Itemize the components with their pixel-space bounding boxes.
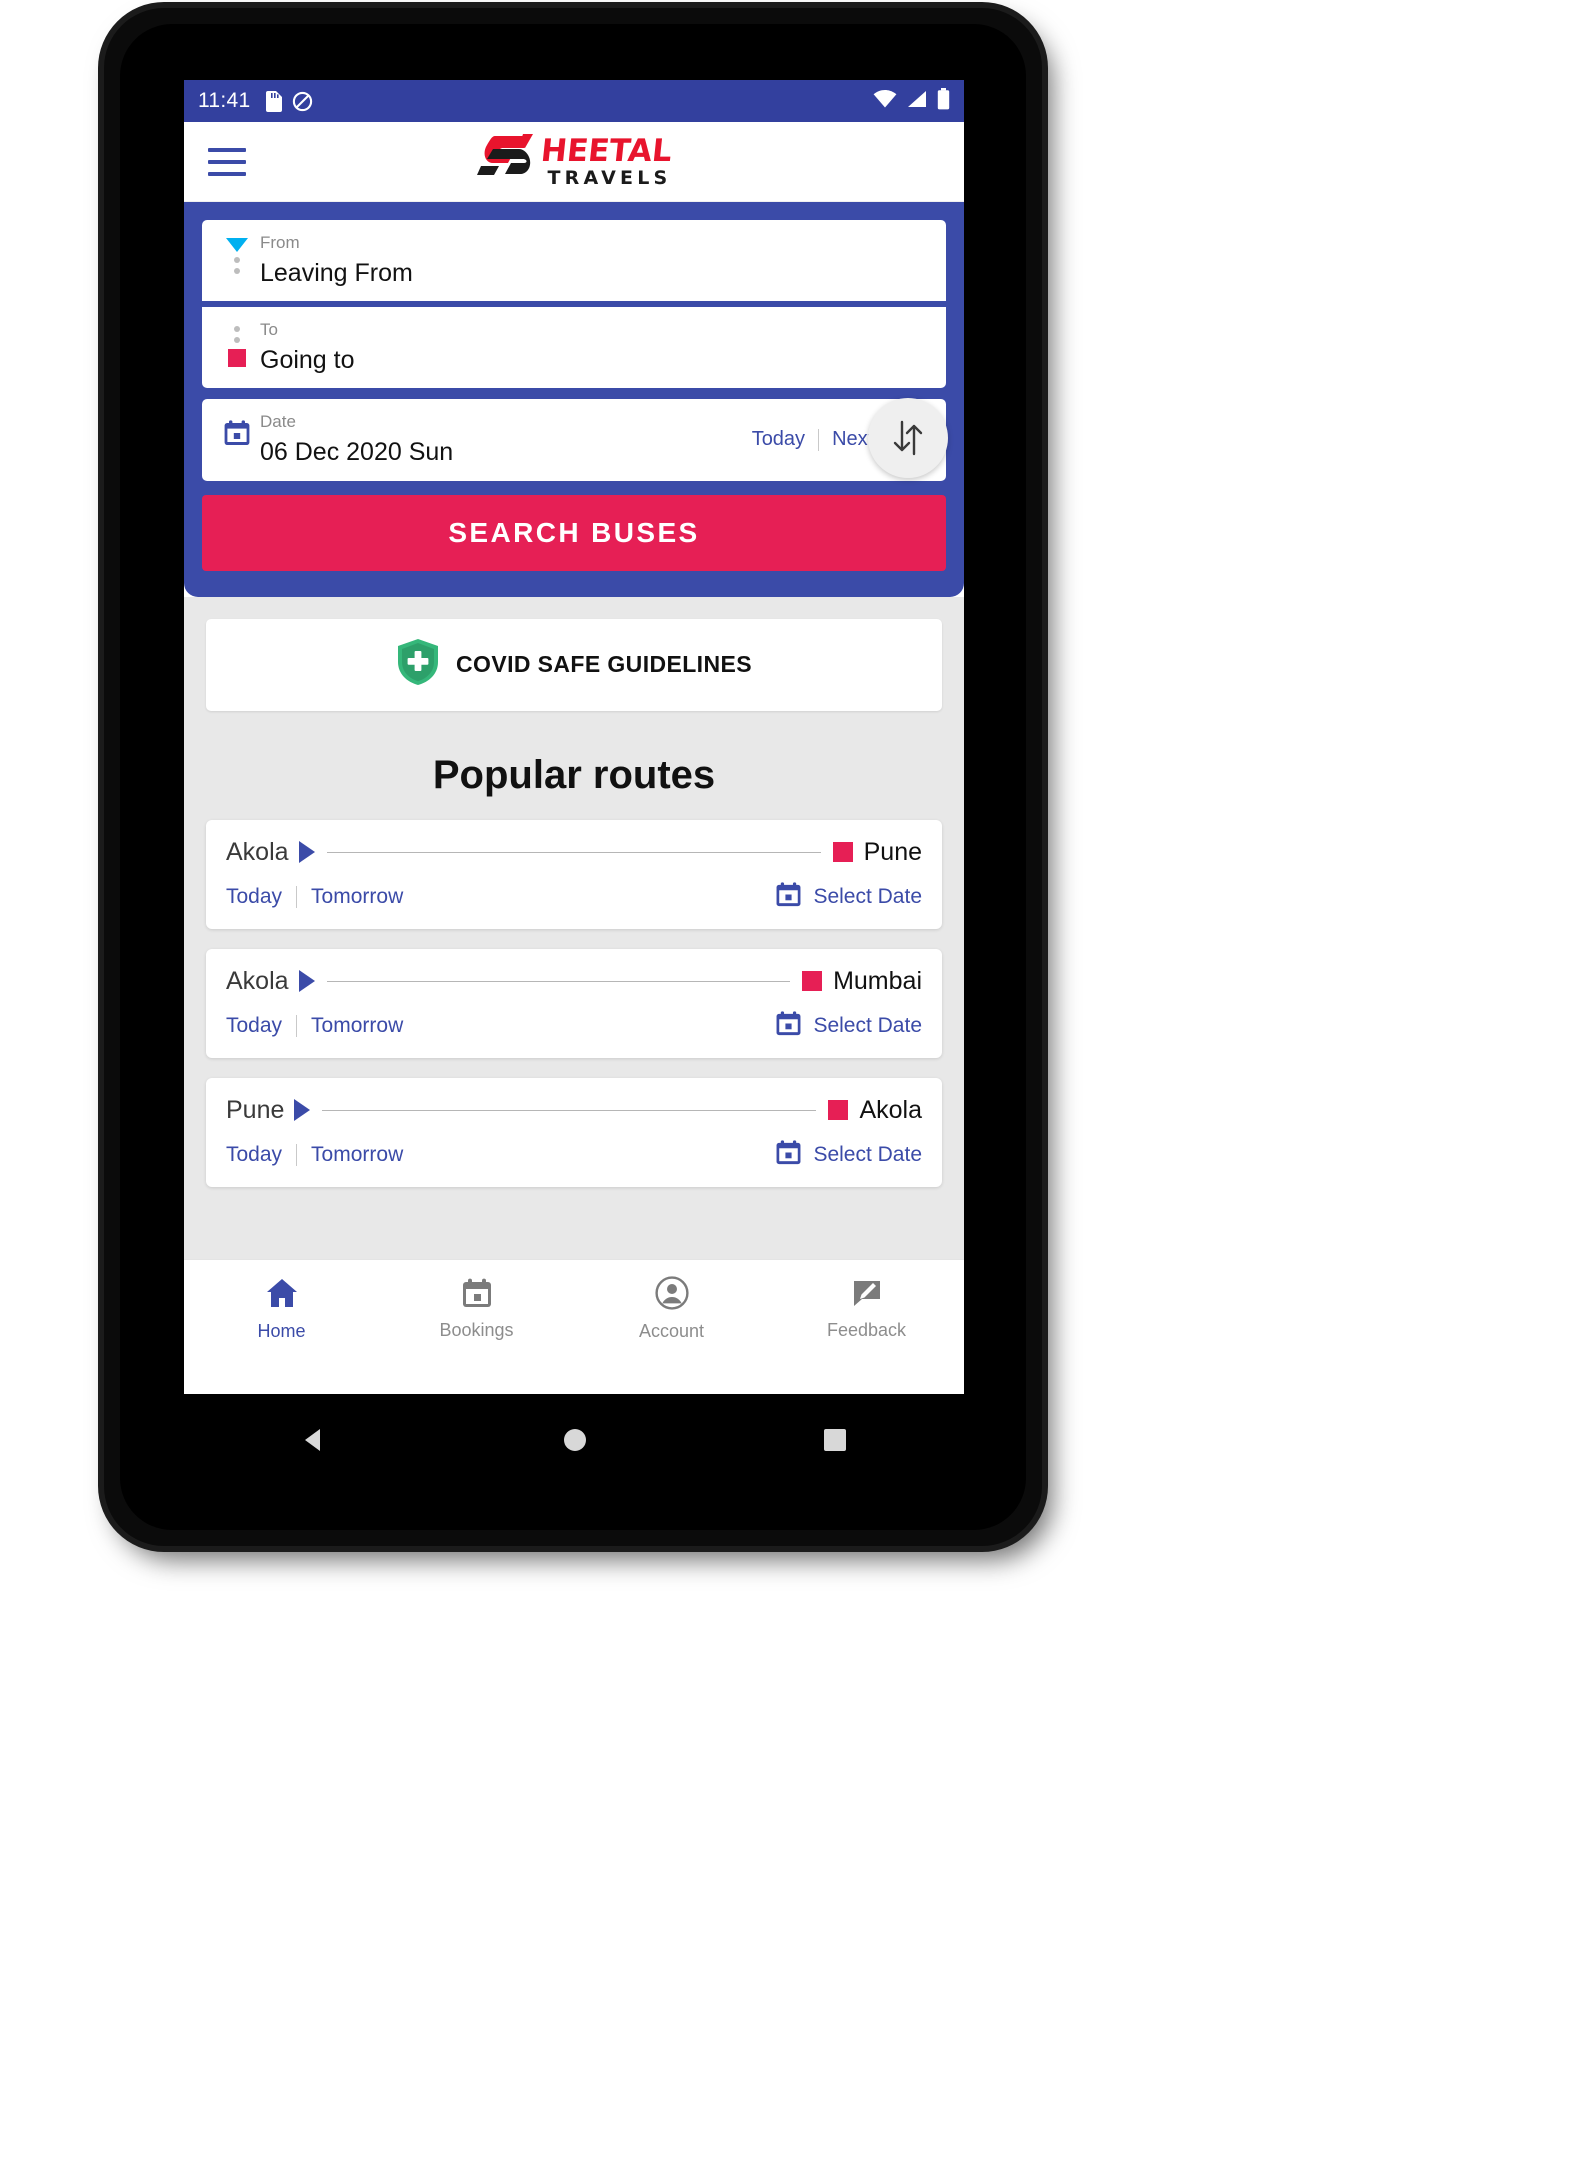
nav-label-home: Home: [257, 1321, 306, 1342]
route-select-date-button[interactable]: Select Date: [775, 1010, 922, 1042]
route-tomorrow-link[interactable]: Tomorrow: [311, 1014, 403, 1038]
home-circle-icon[interactable]: [560, 1425, 590, 1460]
date-value: 06 Dec 2020 Sun: [260, 438, 454, 467]
route-connector: [326, 980, 791, 982]
route-origin: Pune: [226, 1095, 285, 1124]
arrow-right-icon: [298, 970, 315, 993]
signal-icon: [906, 90, 928, 113]
search-buses-button[interactable]: SEARCH BUSES: [202, 494, 946, 571]
nav-label-feedback: Feedback: [826, 1320, 907, 1341]
date-field[interactable]: Date 06 Dec 2020 Sun Today Next day: [202, 399, 946, 481]
nav-item-feedback[interactable]: Feedback: [769, 1277, 964, 1341]
dotted-connector-icon: [234, 257, 240, 274]
route-tomorrow-link[interactable]: Tomorrow: [311, 885, 403, 909]
nav-label-account: Account: [638, 1321, 705, 1342]
from-marker: [220, 234, 254, 274]
divider: [296, 1014, 298, 1037]
status-right-icons: [873, 87, 950, 115]
to-label: To: [260, 320, 278, 340]
route-today-link[interactable]: Today: [226, 1143, 282, 1167]
swap-button[interactable]: [868, 398, 948, 478]
route-destination: Mumbai: [833, 966, 922, 995]
square-destination-icon: [828, 1100, 849, 1121]
route-connector: [326, 851, 821, 853]
route-card[interactable]: Pune Akola Today Tomorrow Select Date: [206, 1077, 942, 1187]
route-card[interactable]: Akola Pune Today Tomorrow Select Date: [206, 819, 942, 929]
account-circle-icon: [654, 1276, 689, 1315]
status-time: 11:41: [198, 89, 251, 112]
phone-screen: 11:41 HEETAL TRAVELS From Leaving From T…: [184, 80, 964, 1394]
triangle-down-icon: [226, 238, 248, 252]
square-destination-icon: [228, 349, 246, 368]
date-today-link[interactable]: Today: [739, 428, 818, 451]
route-select-date-button[interactable]: Select Date: [775, 881, 922, 913]
calendar-icon: [775, 881, 802, 913]
route-card[interactable]: Akola Mumbai Today Tomorrow Select Date: [206, 948, 942, 1058]
back-triangle-icon[interactable]: [299, 1425, 329, 1460]
logo-wordmark: HEETAL TRAVELS: [538, 132, 674, 189]
route-select-date-button[interactable]: Select Date: [775, 1139, 922, 1171]
route-origin: Akola: [226, 966, 289, 995]
route-connector: [322, 1109, 817, 1111]
logo-bottom-text: TRAVELS: [547, 166, 672, 189]
route-today-link[interactable]: Today: [226, 1014, 282, 1038]
divider: [296, 1143, 298, 1166]
date-label: Date: [260, 412, 296, 432]
square-destination-icon: [832, 842, 853, 863]
route-select-date-label: Select Date: [813, 1013, 922, 1037]
battery-icon: [937, 87, 950, 115]
wifi-icon: [873, 89, 897, 113]
nav-item-home[interactable]: Home: [184, 1276, 379, 1342]
calendar-bookings-icon: [461, 1277, 493, 1314]
main-content: COVID SAFE GUIDELINES Popular routes Ako…: [184, 596, 964, 1259]
sd-card-icon: [265, 90, 282, 112]
app-header: HEETAL TRAVELS: [184, 122, 964, 202]
route-today-link[interactable]: Today: [226, 885, 282, 909]
recents-square-icon[interactable]: [821, 1426, 849, 1459]
covid-guidelines-banner[interactable]: COVID SAFE GUIDELINES: [206, 618, 942, 711]
feedback-edit-icon: [851, 1277, 883, 1314]
status-bar: 11:41: [184, 80, 964, 122]
route-destination: Akola: [859, 1095, 922, 1124]
dotted-connector-icon: [234, 326, 240, 344]
calendar-icon: [775, 1139, 802, 1171]
calendar-icon: [220, 413, 254, 447]
logo-top-text: HEETAL: [538, 132, 674, 169]
search-panel: From Leaving From To Going to Date 06 De…: [184, 202, 964, 597]
swap-vertical-icon: [893, 420, 923, 456]
route-destination: Pune: [863, 837, 922, 866]
bottom-navigation: Home Bookings Account Feedback: [184, 1258, 964, 1359]
square-destination-icon: [802, 971, 823, 992]
arrow-right-icon: [294, 1099, 311, 1122]
from-value: Leaving From: [260, 258, 413, 287]
nav-item-account[interactable]: Account: [574, 1276, 769, 1342]
to-marker: [220, 321, 254, 368]
app-logo: HEETAL TRAVELS: [476, 132, 674, 191]
route-origin: Akola: [226, 837, 289, 866]
divider: [296, 885, 298, 908]
shield-plus-icon: [396, 638, 440, 691]
to-field[interactable]: To Going to: [202, 307, 946, 389]
to-value: Going to: [260, 345, 355, 374]
arrow-right-icon: [298, 841, 315, 864]
from-field[interactable]: From Leaving From: [202, 220, 946, 302]
nav-item-bookings[interactable]: Bookings: [379, 1277, 574, 1341]
from-label: From: [260, 233, 300, 252]
android-system-nav: [184, 1394, 964, 1490]
home-icon: [265, 1276, 299, 1315]
sheetal-s-mark-icon: [476, 132, 539, 191]
nav-label-bookings: Bookings: [439, 1320, 514, 1341]
hamburger-menu-icon[interactable]: [208, 147, 246, 176]
route-select-date-label: Select Date: [813, 1142, 922, 1166]
calendar-icon: [775, 1010, 802, 1042]
popular-routes-title: Popular routes: [432, 752, 716, 797]
route-select-date-label: Select Date: [813, 884, 922, 908]
route-tomorrow-link[interactable]: Tomorrow: [311, 1143, 403, 1167]
do-not-disturb-icon: [292, 91, 313, 112]
covid-guidelines-label: COVID SAFE GUIDELINES: [456, 651, 752, 678]
